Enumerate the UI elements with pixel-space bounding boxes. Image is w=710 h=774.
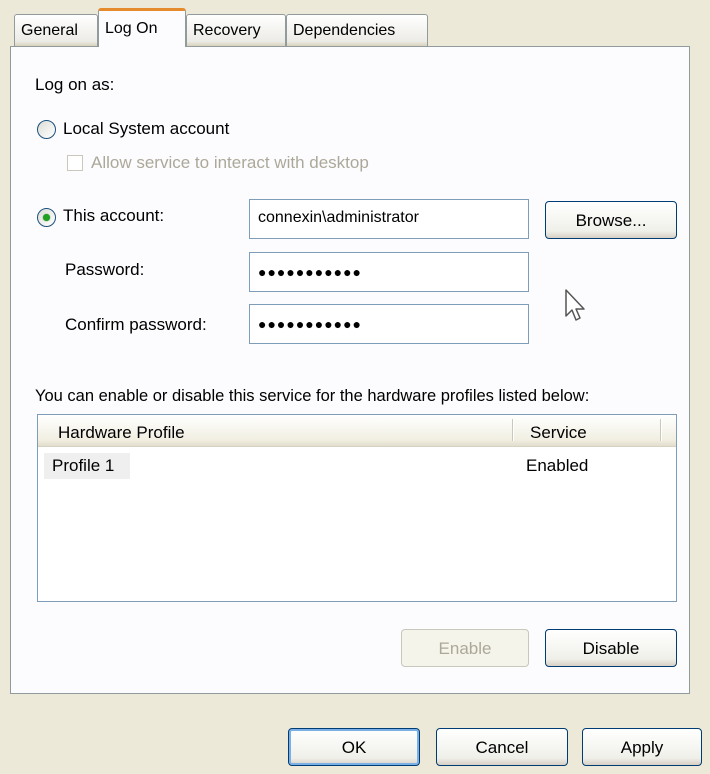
browse-button[interactable]: Browse...: [545, 201, 677, 239]
disable-button[interactable]: Disable: [545, 629, 677, 667]
tab-log-on[interactable]: Log On: [98, 8, 186, 47]
column-service[interactable]: Service: [530, 415, 587, 447]
arrow-cursor-icon: [565, 289, 585, 321]
apply-button[interactable]: Apply: [582, 728, 702, 766]
confirm-password-field[interactable]: ●●●●●●●●●●●: [249, 304, 529, 344]
row-service-status: Enabled: [526, 456, 589, 475]
password-field[interactable]: ●●●●●●●●●●●: [249, 252, 529, 292]
log-on-as-heading: Log on as:: [35, 75, 115, 94]
tab-general[interactable]: General: [14, 14, 98, 46]
password-label: Password:: [65, 260, 145, 279]
this-account-label[interactable]: This account:: [63, 206, 164, 226]
allow-interact-label: Allow service to interact with desktop: [91, 153, 369, 172]
this-account-radio[interactable]: [37, 208, 56, 227]
list-header: Hardware Profile Service: [38, 415, 676, 447]
cancel-button[interactable]: Cancel: [436, 728, 568, 766]
allow-interact-checkbox[interactable]: [67, 155, 83, 171]
local-system-radio[interactable]: [37, 120, 56, 139]
column-hardware-profile[interactable]: Hardware Profile: [58, 415, 185, 447]
hardware-profiles-description: You can enable or disable this service f…: [35, 387, 590, 405]
tab-recovery[interactable]: Recovery: [186, 14, 286, 46]
ok-button[interactable]: OK: [288, 728, 420, 766]
column-divider[interactable]: [512, 419, 514, 441]
tab-dependencies[interactable]: Dependencies: [286, 14, 428, 46]
enable-button[interactable]: Enable: [401, 629, 529, 667]
row-profile-name: Profile 1: [52, 456, 115, 475]
column-divider[interactable]: [660, 419, 662, 441]
confirm-password-label: Confirm password:: [65, 315, 207, 334]
log-on-panel: Log on as: Local System account Allow se…: [10, 46, 690, 694]
radio-selected-dot: [43, 214, 50, 221]
local-system-label[interactable]: Local System account: [63, 119, 229, 139]
account-field[interactable]: connexin\administrator: [249, 199, 529, 239]
hardware-profile-list[interactable]: Hardware Profile Service Profile 1 Enabl…: [37, 414, 677, 602]
